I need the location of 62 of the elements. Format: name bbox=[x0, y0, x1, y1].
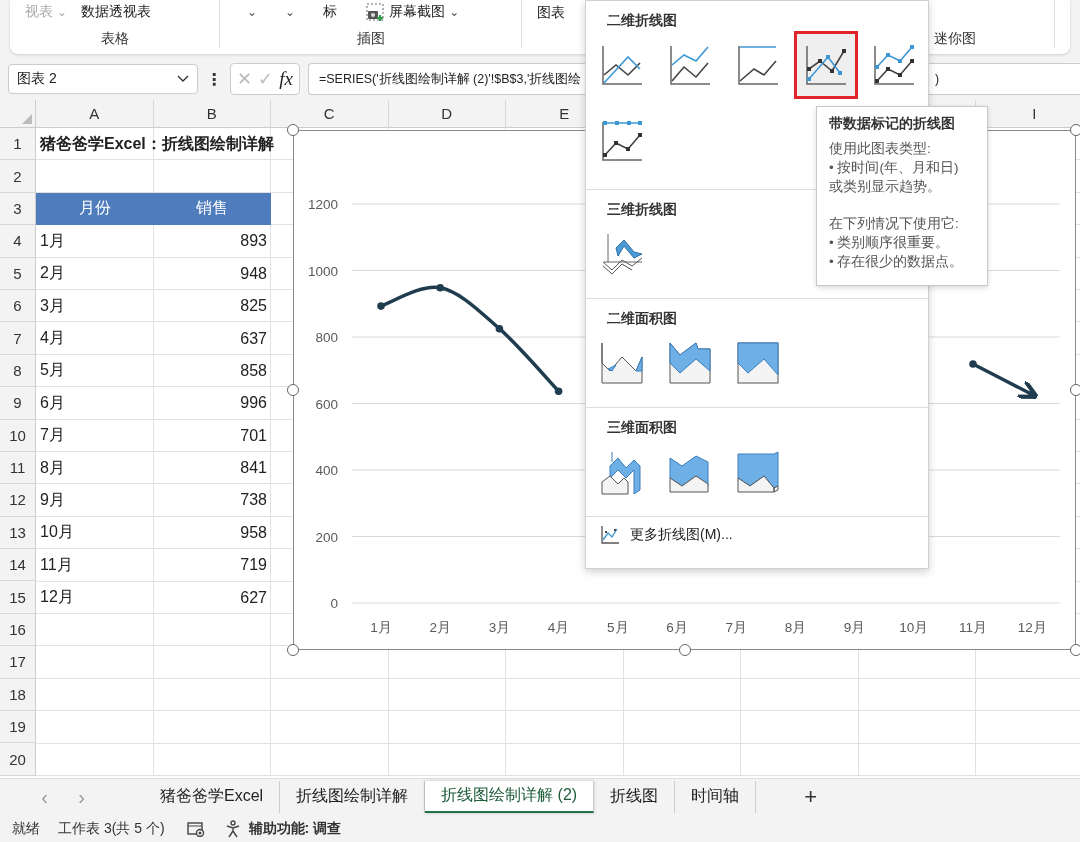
axis-label: 200 bbox=[315, 529, 338, 545]
table-cell-text: 701 bbox=[239, 425, 268, 446]
table-cell-text: 719 bbox=[239, 555, 268, 576]
table-cell-text: 5月 bbox=[39, 360, 66, 381]
table-cell-text: 4月 bbox=[39, 328, 66, 349]
table-cell-text: 738 bbox=[239, 490, 268, 511]
table-cell-text: 948 bbox=[239, 263, 268, 284]
axis-label: 2月 bbox=[429, 620, 451, 635]
table-cell-text: 10月 bbox=[39, 522, 75, 543]
tooltip-text: 或类别显示趋势。 bbox=[829, 178, 942, 196]
axis-label: 1200 bbox=[307, 197, 338, 212]
table-cell-text: 841 bbox=[239, 458, 268, 479]
status-text: 工作表 3(共 5 个) bbox=[58, 819, 165, 838]
table-cell-text: 2月 bbox=[39, 263, 66, 284]
tooltip-text: 使用此图表类型: bbox=[829, 140, 932, 158]
axis-label: 800 bbox=[315, 330, 338, 345]
axis-label: 600 bbox=[315, 396, 338, 412]
table-cell-text: 3月 bbox=[39, 295, 66, 316]
axis-label: 8月 bbox=[784, 620, 807, 635]
tooltip-title: 带数据标记的折线图 bbox=[829, 115, 956, 133]
axis-label: 6月 bbox=[666, 620, 688, 635]
table-cell-text: 9月 bbox=[39, 490, 66, 510]
table-header-cell: 月份 bbox=[36, 192, 154, 226]
group-label: 插图 bbox=[356, 30, 385, 48]
axis-label: 5月 bbox=[607, 620, 629, 635]
section-title: 二维面积图 bbox=[606, 309, 678, 328]
axis-label: 0 bbox=[330, 596, 338, 611]
tooltip-text: 在下列情况下使用它: bbox=[829, 215, 960, 233]
sheet-title: 猪爸爸学Excel：折线图绘制详解 bbox=[40, 133, 274, 154]
table-cell-text: 7月 bbox=[39, 425, 66, 446]
axis-label: 12月 bbox=[1017, 620, 1047, 635]
tooltip-text: • 存在很少的数据点。 bbox=[829, 253, 965, 271]
table-header-cell: 销售 bbox=[153, 192, 271, 226]
section-title: 三维折线图 bbox=[606, 200, 678, 219]
table-cell-text: 8月 bbox=[39, 457, 66, 478]
tooltip-text: • 按时间(年、月和日) bbox=[829, 159, 960, 177]
table-cell-text: 996 bbox=[239, 393, 268, 414]
table-cell-text: 1月 bbox=[39, 230, 66, 251]
table-cell-text: 958 bbox=[239, 522, 268, 543]
axis-label: 11月 bbox=[959, 620, 987, 635]
group-label: 迷你图 bbox=[933, 30, 976, 48]
axis-label: 7月 bbox=[725, 620, 747, 635]
axis-label: 1月 bbox=[370, 620, 392, 635]
table-cell-text: 858 bbox=[239, 360, 268, 381]
axis-label: 400 bbox=[315, 463, 338, 478]
table-cell-text: 12月 bbox=[39, 587, 75, 608]
tooltip-text: • 类别顺序很重要。 bbox=[829, 234, 951, 252]
axis-label: 4月 bbox=[547, 620, 570, 635]
table-cell-text: 11月 bbox=[39, 554, 74, 575]
axis-label: 1000 bbox=[307, 263, 338, 279]
table-cell-text: 825 bbox=[239, 296, 268, 317]
table-cell-text: 637 bbox=[239, 328, 268, 349]
group-label: 表格 bbox=[100, 30, 129, 48]
axis-label: 9月 bbox=[843, 620, 866, 635]
table-cell-text: 6月 bbox=[39, 392, 66, 413]
table-cell-text: 893 bbox=[239, 231, 268, 252]
section-title: 二维折线图 bbox=[606, 11, 678, 30]
axis-label: 3月 bbox=[488, 620, 511, 635]
table-cell-text: 627 bbox=[239, 587, 268, 608]
axis-label: 10月 bbox=[899, 620, 929, 635]
status-text: 就绪 bbox=[12, 819, 40, 838]
section-title: 三维面积图 bbox=[606, 418, 678, 437]
